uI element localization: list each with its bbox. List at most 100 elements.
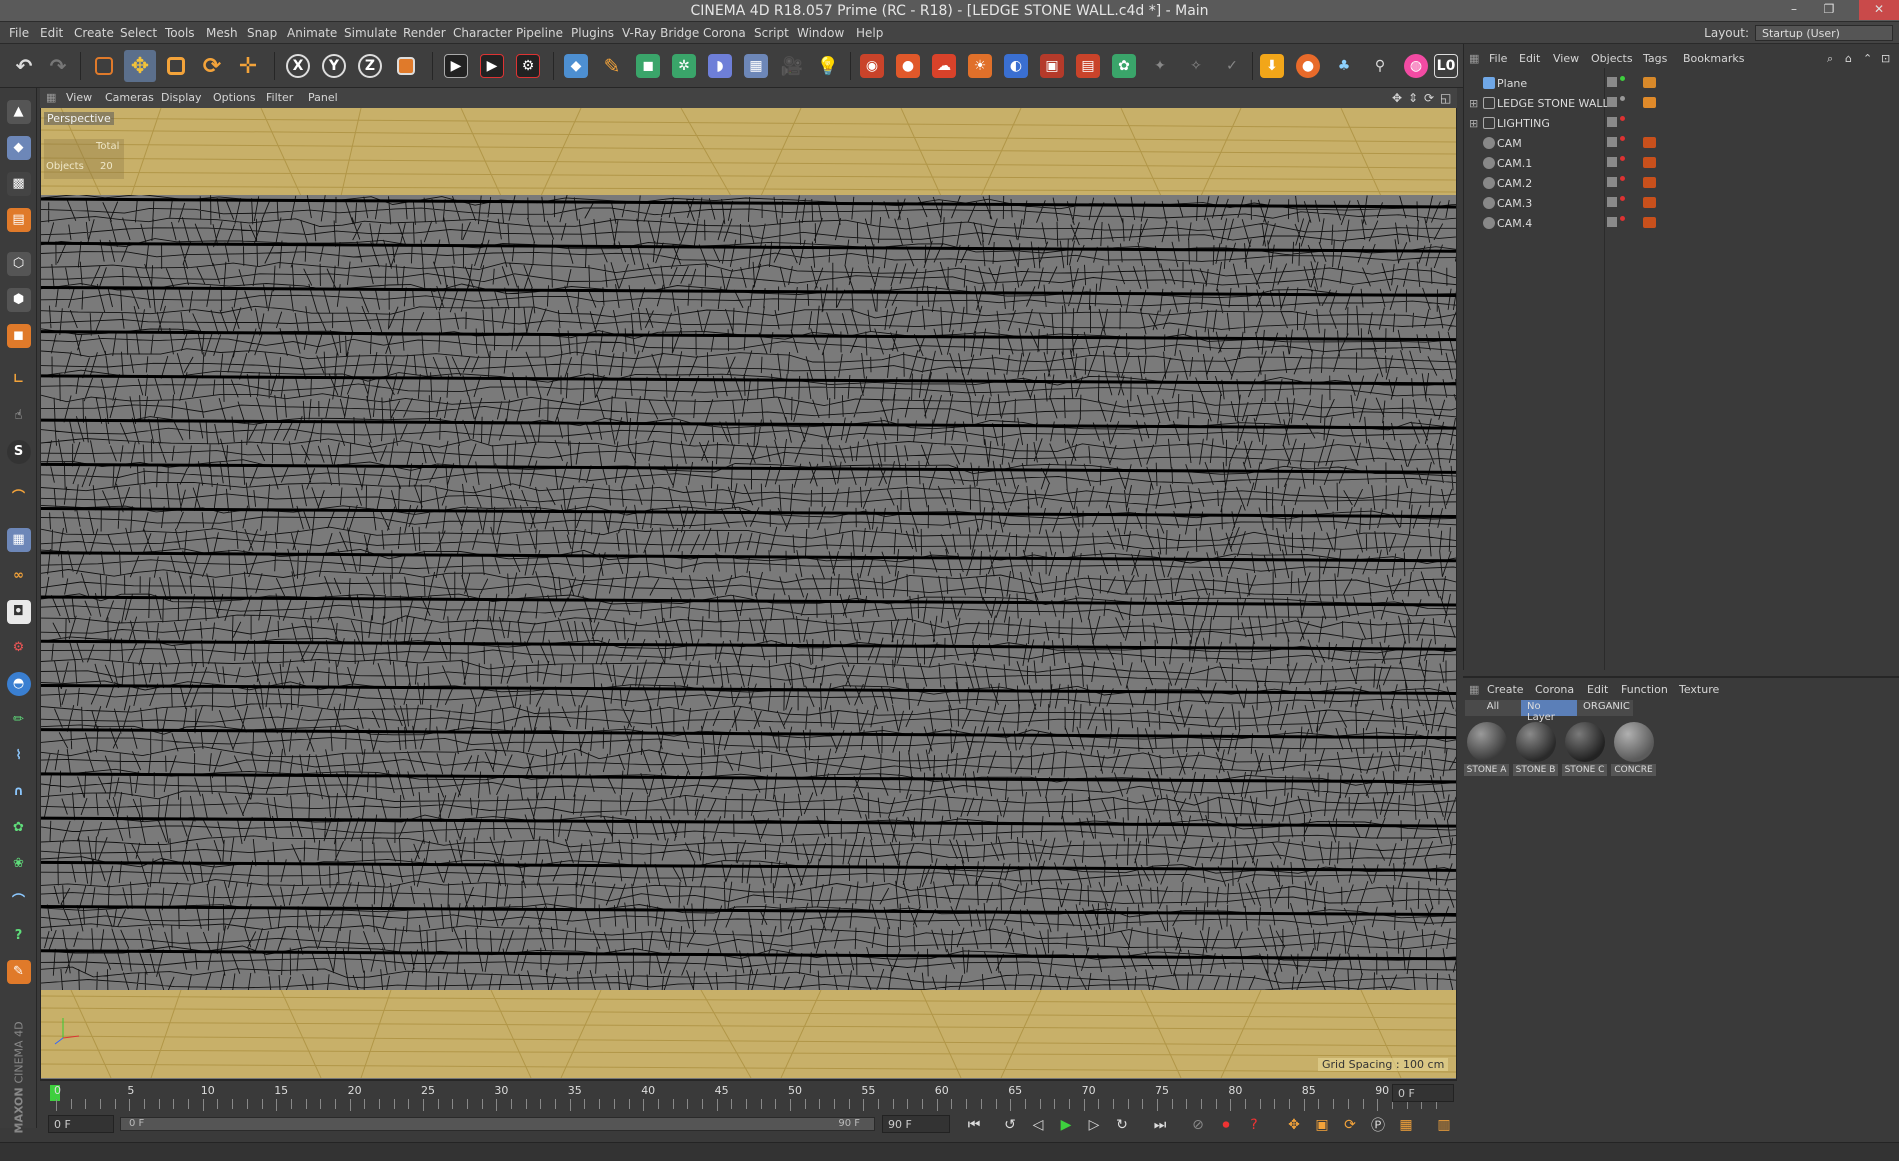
viewport-shading-icon[interactable]: ◘ bbox=[3, 596, 34, 627]
pen-tool-icon[interactable]: ✎ bbox=[3, 956, 34, 987]
y-axis-lock-icon[interactable]: Y bbox=[318, 50, 350, 82]
camera-icon[interactable]: 🎥 bbox=[776, 50, 808, 82]
menu-select[interactable]: Select bbox=[120, 26, 157, 40]
visibility-toggle-icon[interactable] bbox=[1607, 197, 1617, 207]
tweak-mode-icon[interactable]: ☝ bbox=[3, 400, 34, 431]
tab-organic[interactable]: ORGANIC bbox=[1577, 700, 1633, 716]
tab-all[interactable]: All bbox=[1465, 700, 1521, 716]
render-view-icon[interactable]: ▶ bbox=[440, 50, 472, 82]
menu-tools[interactable]: Tools bbox=[165, 26, 195, 40]
record-pla-icon[interactable]: ▦ bbox=[1394, 1114, 1418, 1136]
camera-tag-icon[interactable] bbox=[1643, 217, 1656, 228]
menu-character[interactable]: Character bbox=[453, 26, 512, 40]
record-parameter-icon[interactable]: Ⓟ bbox=[1366, 1114, 1390, 1136]
next-keyframe-icon[interactable]: ↻ bbox=[1110, 1114, 1134, 1136]
om-home-icon[interactable]: ⌂ bbox=[1845, 52, 1852, 65]
make-editable-icon[interactable]: ▲ bbox=[3, 96, 34, 127]
camera-tag-icon[interactable] bbox=[1643, 177, 1656, 188]
workplane-icon[interactable]: ▤ bbox=[3, 204, 34, 235]
mm-menu-create[interactable]: Create bbox=[1487, 683, 1524, 696]
light-icon[interactable]: 💡 bbox=[812, 50, 844, 82]
vray-light-icon[interactable]: ● bbox=[892, 50, 924, 82]
move-tool-icon[interactable]: ✥ bbox=[124, 50, 156, 82]
next-frame-icon[interactable]: ▷ bbox=[1082, 1114, 1106, 1136]
mm-menu-corona[interactable]: Corona bbox=[1535, 683, 1574, 696]
om-menu-objects[interactable]: Objects bbox=[1591, 52, 1633, 65]
help-tool-icon[interactable]: ? bbox=[3, 920, 34, 951]
vray-material-tool-icon[interactable]: ◓ bbox=[3, 668, 34, 699]
timeline-ruler[interactable]: 0 5 10 15 20 25 30 35 40 45 50 55 60 65 70 75 80 85 90 bbox=[40, 1080, 1457, 1114]
recent-tools-icon[interactable]: ✛ bbox=[232, 50, 264, 82]
camera-tag-icon[interactable] bbox=[1643, 137, 1656, 148]
timeline-window-icon[interactable]: ▥ bbox=[1432, 1114, 1456, 1136]
spline-pen-icon[interactable]: ✎ bbox=[596, 50, 628, 82]
material-swatch[interactable]: CONCRE bbox=[1611, 720, 1656, 776]
record-scale-icon[interactable]: ▣ bbox=[1310, 1114, 1334, 1136]
corona-light-icon[interactable]: ⚲ bbox=[1364, 50, 1396, 82]
render-settings-icon[interactable]: ⚙ bbox=[512, 50, 544, 82]
current-frame-field[interactable]: 0 F bbox=[1392, 1084, 1454, 1102]
menu-vray-bridge[interactable]: V-Ray Bridge bbox=[622, 26, 699, 40]
z-axis-lock-icon[interactable]: Z bbox=[354, 50, 386, 82]
previous-frame-icon[interactable]: ◁ bbox=[1026, 1114, 1050, 1136]
go-to-end-icon[interactable]: ⏭ bbox=[1148, 1114, 1172, 1136]
display-tag-icon[interactable] bbox=[1643, 97, 1656, 108]
material-swatch[interactable]: STONE A bbox=[1464, 720, 1509, 776]
scatter-tool-icon[interactable]: ✿ bbox=[3, 812, 34, 843]
viewport-menu-display[interactable]: Display bbox=[161, 91, 202, 104]
autokey-icon[interactable]: ⏺ bbox=[1214, 1114, 1238, 1136]
cube-icon[interactable]: ◆ bbox=[560, 50, 592, 82]
render-dot-icon[interactable] bbox=[1620, 96, 1625, 101]
mm-menu-texture[interactable]: Texture bbox=[1679, 683, 1719, 696]
tab-no-layer[interactable]: No Layer bbox=[1521, 700, 1577, 723]
menu-edit[interactable]: Edit bbox=[40, 26, 63, 40]
vray-proxy-icon[interactable]: ✿ bbox=[1108, 50, 1140, 82]
visibility-toggle-icon[interactable] bbox=[1607, 217, 1617, 227]
subdivision-surface-icon[interactable]: ◼ bbox=[632, 50, 664, 82]
frame-range-slider[interactable]: 0 F 90 F bbox=[120, 1117, 875, 1131]
visibility-toggle-icon[interactable] bbox=[1607, 97, 1617, 107]
render-dot-icon[interactable] bbox=[1620, 176, 1625, 181]
render-dot-icon[interactable] bbox=[1620, 196, 1625, 201]
scale-tool-icon[interactable] bbox=[160, 50, 192, 82]
om-menu-tags[interactable]: Tags bbox=[1643, 52, 1667, 65]
close-button[interactable]: ✕ bbox=[1859, 0, 1899, 20]
vray-material-icon[interactable]: ◐ bbox=[1000, 50, 1032, 82]
menu-help[interactable]: Help bbox=[856, 26, 883, 40]
enable-snap-grid-icon[interactable]: ▦ bbox=[3, 524, 34, 555]
sculpt-icon[interactable]: ∞ bbox=[3, 560, 34, 591]
corona-proxy-icon[interactable]: L0 bbox=[1430, 50, 1462, 82]
viewport-zoom-icon[interactable]: ⇕ bbox=[1408, 91, 1418, 105]
arc-tool-icon[interactable]: ∩ bbox=[3, 776, 34, 807]
viewport-rotate-icon[interactable]: ⟳ bbox=[1424, 91, 1434, 105]
corona-color-icon[interactable]: ◍ bbox=[1400, 50, 1432, 82]
menu-render[interactable]: Render bbox=[403, 26, 446, 40]
object-row[interactable]: CAM.2 bbox=[1467, 174, 1899, 194]
mm-menu-function[interactable]: Function bbox=[1621, 683, 1668, 696]
layout-select[interactable]: Startup (User) bbox=[1755, 25, 1893, 41]
material-tag-icon[interactable] bbox=[1643, 77, 1656, 88]
menu-animate[interactable]: Animate bbox=[287, 26, 337, 40]
texture-mode-icon[interactable]: ▩ bbox=[3, 168, 34, 199]
viewport-move-icon[interactable]: ✥ bbox=[1392, 91, 1402, 105]
visibility-toggle-icon[interactable] bbox=[1607, 77, 1617, 87]
viewport-menu-panel[interactable]: Panel bbox=[308, 91, 338, 104]
keyframe-selection-icon[interactable]: ? bbox=[1242, 1114, 1266, 1136]
visibility-toggle-icon[interactable] bbox=[1607, 117, 1617, 127]
om-menu-view[interactable]: View bbox=[1553, 52, 1579, 65]
render-dot-icon[interactable] bbox=[1620, 216, 1625, 221]
material-swatch[interactable]: STONE C bbox=[1562, 720, 1607, 776]
visibility-toggle-icon[interactable] bbox=[1607, 157, 1617, 167]
render-dot-icon[interactable] bbox=[1620, 116, 1625, 121]
coordinate-system-icon[interactable] bbox=[390, 50, 422, 82]
plugin-tool-3-icon[interactable]: ✓ bbox=[1216, 50, 1248, 82]
vray-sun-icon[interactable]: ☀ bbox=[964, 50, 996, 82]
axis-mode-icon[interactable]: ∟ bbox=[3, 364, 34, 395]
camera-tag-icon[interactable] bbox=[1643, 197, 1656, 208]
array-icon[interactable]: ✲ bbox=[668, 50, 700, 82]
vray-camera-icon[interactable]: ◉ bbox=[856, 50, 888, 82]
object-row[interactable]: CAM bbox=[1467, 134, 1899, 154]
solo-icon[interactable]: S bbox=[3, 436, 34, 467]
undo-icon[interactable]: ↶ bbox=[8, 50, 40, 82]
object-row[interactable]: ⊞ LEDGE STONE WALL bbox=[1467, 94, 1899, 114]
